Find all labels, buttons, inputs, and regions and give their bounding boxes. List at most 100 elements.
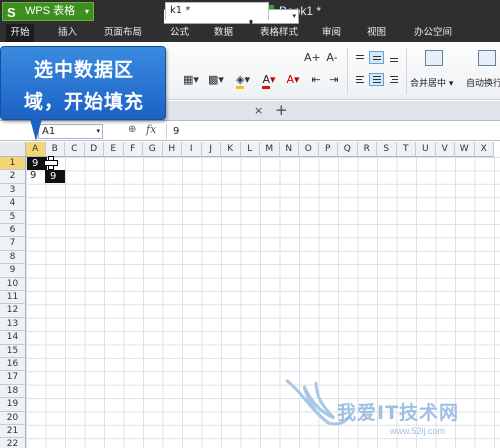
row-header-8[interactable]: 8 <box>0 250 26 265</box>
row-header-20[interactable]: 20 <box>0 411 26 425</box>
auto-wrap-button[interactable]: 自动换行 <box>466 76 500 89</box>
row-header-4[interactable]: 4 <box>0 197 26 211</box>
tab-table-styles[interactable]: 表格样式 <box>260 24 298 42</box>
menu-bar: 开始 插入 页面布局 公式 数据 表格样式 审阅 视图 办公空间 <box>0 24 500 42</box>
decrease-indent-button[interactable]: ⇤ <box>308 73 324 87</box>
zoom-icon[interactable]: ⊕ <box>128 124 136 135</box>
row-header-16[interactable]: 16 <box>0 358 26 372</box>
align-right-button[interactable] <box>386 73 401 86</box>
new-tab-icon[interactable]: + <box>275 101 288 119</box>
column-header-f[interactable]: F <box>123 142 143 157</box>
column-header-v[interactable]: V <box>435 142 455 157</box>
formula-bar: A1 ▾ 9 <box>0 122 500 141</box>
row-header-10[interactable]: 10 <box>0 277 26 291</box>
app-menu-button[interactable]: S WPS 表格 ▾ <box>2 2 94 21</box>
cell-a2[interactable]: 9 <box>27 170 46 183</box>
column-header-u[interactable]: U <box>416 142 436 157</box>
column-header-h[interactable]: H <box>162 142 182 157</box>
column-header-n[interactable]: N <box>279 142 299 157</box>
chevron-down-icon: ▾ <box>292 12 296 20</box>
column-header-r[interactable]: R <box>357 142 377 157</box>
column-header-q[interactable]: Q <box>338 142 358 157</box>
row-header-21[interactable]: 21 <box>0 425 26 439</box>
row-header-18[interactable]: 18 <box>0 384 26 399</box>
column-header-x[interactable]: X <box>474 142 494 157</box>
tab-data[interactable]: 数据 <box>214 24 233 42</box>
column-header-t[interactable]: T <box>396 142 416 157</box>
column-header-a[interactable]: A <box>26 142 46 157</box>
row-header-1[interactable]: 1 <box>0 157 26 171</box>
row-header-14[interactable]: 14 <box>0 331 26 345</box>
row-header-11[interactable]: 11 <box>0 291 26 305</box>
column-header-g[interactable]: G <box>143 142 163 157</box>
column-header-p[interactable]: P <box>318 142 338 157</box>
font-color-button[interactable]: A▾ <box>258 73 280 89</box>
align-top-button[interactable] <box>352 51 367 64</box>
row-header-15[interactable]: 15 <box>0 344 26 358</box>
shrink-font-button[interactable]: A- <box>324 51 340 65</box>
row-header-6[interactable]: 6 <box>0 224 26 238</box>
column-header-c[interactable]: C <box>65 142 85 157</box>
column-header-s[interactable]: S <box>377 142 397 157</box>
tab-page-layout[interactable]: 页面布局 <box>104 24 142 42</box>
formula-input[interactable]: 9 <box>166 124 496 139</box>
instruction-callout: 选中数据区 域，开始填充 <box>0 46 166 120</box>
column-header-i[interactable]: I <box>182 142 202 157</box>
tab-formulas[interactable]: 公式 <box>170 24 189 42</box>
tab-home[interactable]: 开始 <box>6 24 34 42</box>
fill-cursor-icon <box>44 156 58 170</box>
chevron-down-icon: ▾ <box>96 127 100 135</box>
column-header-l[interactable]: L <box>240 142 260 157</box>
column-header-m[interactable]: M <box>260 142 280 157</box>
row-header-17[interactable]: 17 <box>0 371 26 385</box>
cell-reference: A1 <box>42 126 56 137</box>
callout-pointer <box>30 119 42 141</box>
row-header-22[interactable]: 22 <box>0 438 26 448</box>
merge-center-button[interactable]: 合并居中 ▾ <box>410 76 453 89</box>
ribbon-separator <box>347 48 348 94</box>
row-header-3[interactable]: 3 <box>0 183 26 198</box>
fx-insert-function-button[interactable]: fx <box>146 123 156 136</box>
cell-b2[interactable]: 9 <box>45 170 65 184</box>
tab-insert[interactable]: 插入 <box>58 24 77 42</box>
column-header-e[interactable]: E <box>104 142 124 157</box>
merge-center-label: 合并居中 <box>410 79 447 89</box>
wrap-text-icon[interactable] <box>478 50 496 66</box>
clear-format-button[interactable]: A▾ <box>282 73 304 87</box>
column-header-w[interactable]: W <box>455 142 475 157</box>
row-header-7[interactable]: 7 <box>0 237 26 251</box>
align-middle-button[interactable] <box>369 51 384 64</box>
fill-color-button[interactable]: ◈▾ <box>232 73 254 89</box>
row-header-19[interactable]: 19 <box>0 398 26 412</box>
ribbon-separator <box>406 48 407 94</box>
column-header-k[interactable]: K <box>221 142 241 157</box>
column-header-d[interactable]: D <box>84 142 104 157</box>
align-center-button[interactable] <box>369 73 384 86</box>
row-header-12[interactable]: 12 <box>0 304 26 318</box>
border-button[interactable]: ▦▾ <box>180 73 202 87</box>
row-header-13[interactable]: 13 <box>0 317 26 332</box>
align-left-button[interactable] <box>352 73 367 86</box>
close-icon[interactable]: × <box>254 104 263 117</box>
name-box[interactable]: A1 ▾ <box>38 124 103 139</box>
row-header-2[interactable]: 2 <box>0 170 26 184</box>
wps-logo-icon: S <box>7 5 16 20</box>
callout-text-line1: 选中数据区 <box>33 59 134 81</box>
merge-center-icon[interactable] <box>425 50 443 66</box>
cell-style-button[interactable]: ▩▾ <box>206 73 226 87</box>
align-bottom-button[interactable] <box>386 51 401 64</box>
tab-review[interactable]: 审阅 <box>322 24 341 42</box>
increase-indent-button[interactable]: ⇥ <box>326 73 342 87</box>
document-tab-label: k1 * <box>170 5 191 16</box>
column-header-b[interactable]: B <box>45 142 65 157</box>
column-header-o[interactable]: O <box>299 142 319 157</box>
column-header-j[interactable]: J <box>201 142 221 157</box>
watermark-url: www.52ij.com <box>390 426 446 436</box>
tab-view[interactable]: 视图 <box>367 24 386 42</box>
row-header-5[interactable]: 5 <box>0 210 26 224</box>
row-header-9[interactable]: 9 <box>0 264 26 278</box>
select-all-corner[interactable] <box>0 142 26 157</box>
document-tab-book1[interactable]: k1 * <box>165 2 269 20</box>
tab-office-space[interactable]: 办公空间 <box>414 24 452 42</box>
grow-font-button[interactable]: A+ <box>304 51 321 65</box>
